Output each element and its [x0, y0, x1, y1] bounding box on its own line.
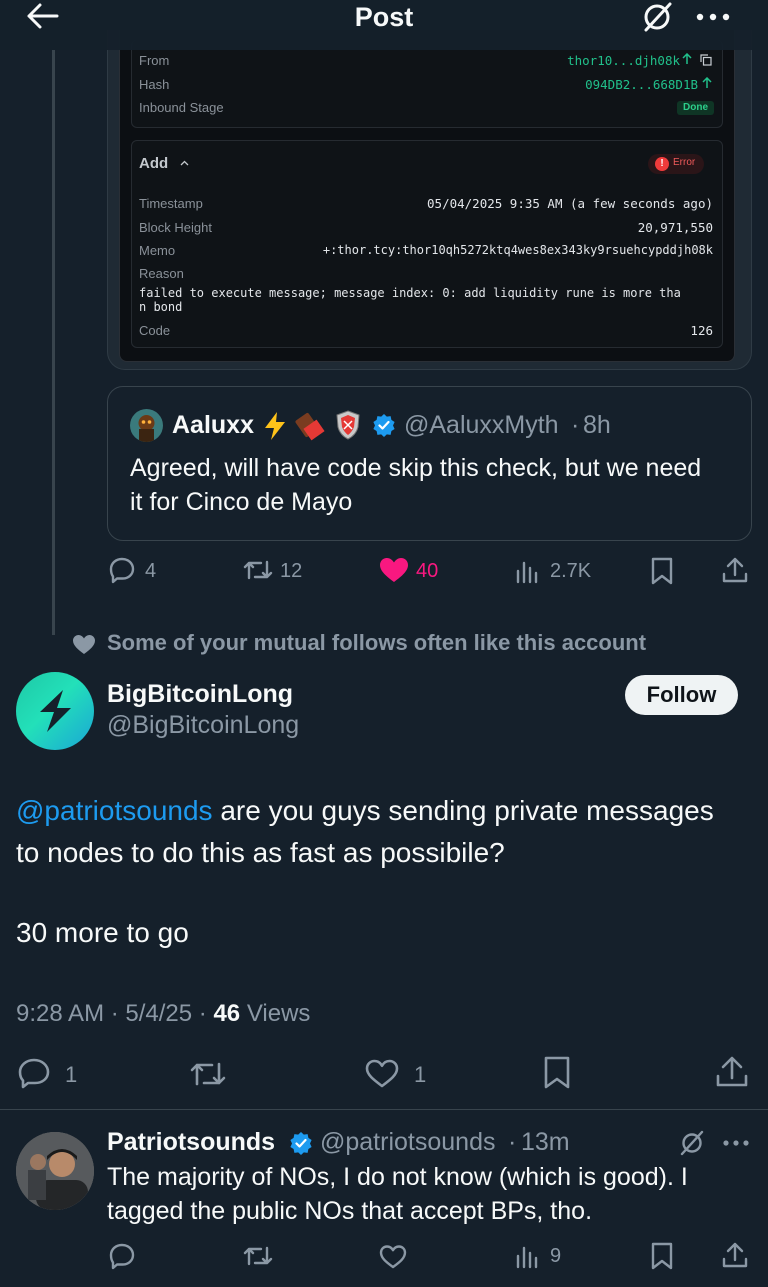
error-badge: ! Error: [648, 154, 704, 174]
repost-icon[interactable]: [243, 558, 273, 582]
heart-small-icon: [72, 634, 96, 655]
main-post-text-line-1: @patriotsounds are you guys sending priv…: [16, 795, 714, 827]
views-icon[interactable]: [515, 558, 541, 584]
quote-avatar[interactable]: [130, 409, 163, 442]
social-context-text: Some of your mutual follows often like t…: [107, 630, 647, 655]
reason-line-2: n bond: [139, 300, 183, 314]
block-height-label: Block Height: [139, 220, 212, 235]
chevron-up-icon: [180, 160, 189, 166]
repost-icon[interactable]: [189, 1059, 227, 1089]
timestamp-value: 05/04/2025 9:35 AM (a few seconds ago): [427, 196, 713, 211]
view-count: 2.7K: [550, 560, 592, 582]
copy-icon: [700, 54, 712, 66]
code-label: Code: [139, 323, 171, 338]
lightning-emoji-icon: [262, 411, 288, 441]
top-bar: Post: [0, 0, 768, 50]
reply-text-line-2: tagged the public NOs that accept BPs, t…: [107, 1197, 593, 1225]
post-date[interactable]: 5/4/25: [125, 1000, 192, 1027]
reply-timestamp[interactable]: 13m: [521, 1128, 570, 1157]
quote-timestamp[interactable]: 8h: [583, 411, 611, 440]
quote-text-line-2: it for Cinco de Mayo: [130, 488, 353, 516]
reply-separator: ·: [508, 1128, 517, 1156]
share-icon[interactable]: [715, 1055, 749, 1089]
heart-icon[interactable]: [379, 1244, 407, 1270]
done-badge: Done: [677, 101, 714, 115]
meta-separator-2: ·: [192, 1000, 214, 1027]
verified-badge-icon: [289, 1131, 313, 1155]
error-icon: !: [655, 157, 669, 171]
memo-value: +:thor.tcy:thor10qh5272ktq4wes8ex343ky9r…: [322, 243, 713, 257]
post-views-count: 46: [213, 1000, 241, 1027]
reason-label: Reason: [139, 266, 184, 281]
reply-count: 4: [145, 560, 157, 582]
repost-count: 12: [280, 560, 303, 582]
grok-icon[interactable]: [640, 0, 676, 34]
chocolate-emoji-icon: [294, 411, 326, 441]
like-count: 1: [414, 1062, 427, 1087]
more-options-icon[interactable]: [695, 13, 731, 21]
reply-icon[interactable]: [108, 1242, 136, 1270]
reply-author-handle[interactable]: @patriotsounds: [320, 1128, 495, 1157]
code-value: 126: [690, 323, 713, 338]
more-options-icon[interactable]: [722, 1139, 750, 1147]
inbound-stage-label: Inbound Stage: [139, 100, 224, 115]
external-link-icon: [702, 77, 712, 89]
external-link-icon: [682, 53, 692, 65]
follow-button[interactable]: Follow: [625, 675, 738, 715]
error-text: Error: [673, 157, 696, 168]
quote-separator: ·: [571, 411, 580, 439]
hash-label: Hash: [139, 77, 170, 92]
verified-badge-icon: [372, 413, 396, 437]
share-icon[interactable]: [721, 1241, 749, 1269]
view-count: 9: [550, 1245, 562, 1267]
reply-author-name[interactable]: Patriotsounds: [107, 1128, 275, 1157]
bookmark-icon[interactable]: [650, 557, 674, 585]
heart-icon[interactable]: [365, 1059, 399, 1089]
main-post-text-line-1-rest: are you guys sending private messages: [212, 795, 714, 826]
block-height-value: 20,971,550: [637, 220, 713, 235]
share-icon[interactable]: [721, 556, 749, 584]
reply-count: 1: [65, 1062, 78, 1087]
quote-author-handle[interactable]: @AaluxxMyth: [404, 411, 559, 440]
divider: [0, 1109, 768, 1110]
from-value: thor10...djh08k: [567, 53, 680, 68]
repost-icon[interactable]: [243, 1244, 273, 1268]
like-count: 40: [416, 560, 439, 582]
hash-value: 094DB2...668D1B: [585, 77, 698, 92]
reply-icon[interactable]: [108, 556, 136, 584]
main-post-text-line-2: to nodes to do this as fast as possibile…: [16, 837, 505, 868]
bookmark-icon[interactable]: [650, 1242, 674, 1270]
bookmark-icon[interactable]: [543, 1056, 571, 1090]
reply-text-line-1: The majority of NOs, I do not know (whic…: [107, 1163, 688, 1191]
main-avatar[interactable]: [16, 672, 94, 750]
grok-icon[interactable]: [678, 1129, 706, 1157]
reply-icon[interactable]: [17, 1057, 51, 1089]
timestamp-label: Timestamp: [139, 196, 203, 211]
mention-link[interactable]: @patriotsounds: [16, 795, 213, 826]
from-label: From: [139, 53, 170, 68]
post-time[interactable]: 9:28 AM: [16, 1000, 104, 1027]
main-author-handle[interactable]: @BigBitcoinLong: [107, 711, 299, 740]
post-meta: 9:28 AM · 5/4/25 · 46 Views: [16, 1000, 310, 1028]
meta-separator-1: ·: [104, 1000, 126, 1027]
post-views-label: Views: [246, 1000, 311, 1027]
main-author-name[interactable]: BigBitcoinLong: [107, 680, 293, 709]
heart-filled-icon[interactable]: [379, 557, 409, 583]
quote-author-name[interactable]: Aaluxx: [172, 411, 254, 440]
add-section-title: Add: [139, 155, 169, 172]
main-post-text-line-3: 30 more to go: [16, 917, 189, 948]
shield-emoji-icon: [334, 409, 362, 441]
views-icon[interactable]: [515, 1243, 541, 1269]
memo-label: Memo: [139, 243, 176, 258]
thread-line: [52, 50, 55, 635]
reply-avatar[interactable]: [16, 1132, 94, 1210]
reason-line-1: failed to execute message; message index…: [139, 286, 681, 300]
quote-text-line-1: Agreed, will have code skip this check, …: [130, 454, 702, 482]
